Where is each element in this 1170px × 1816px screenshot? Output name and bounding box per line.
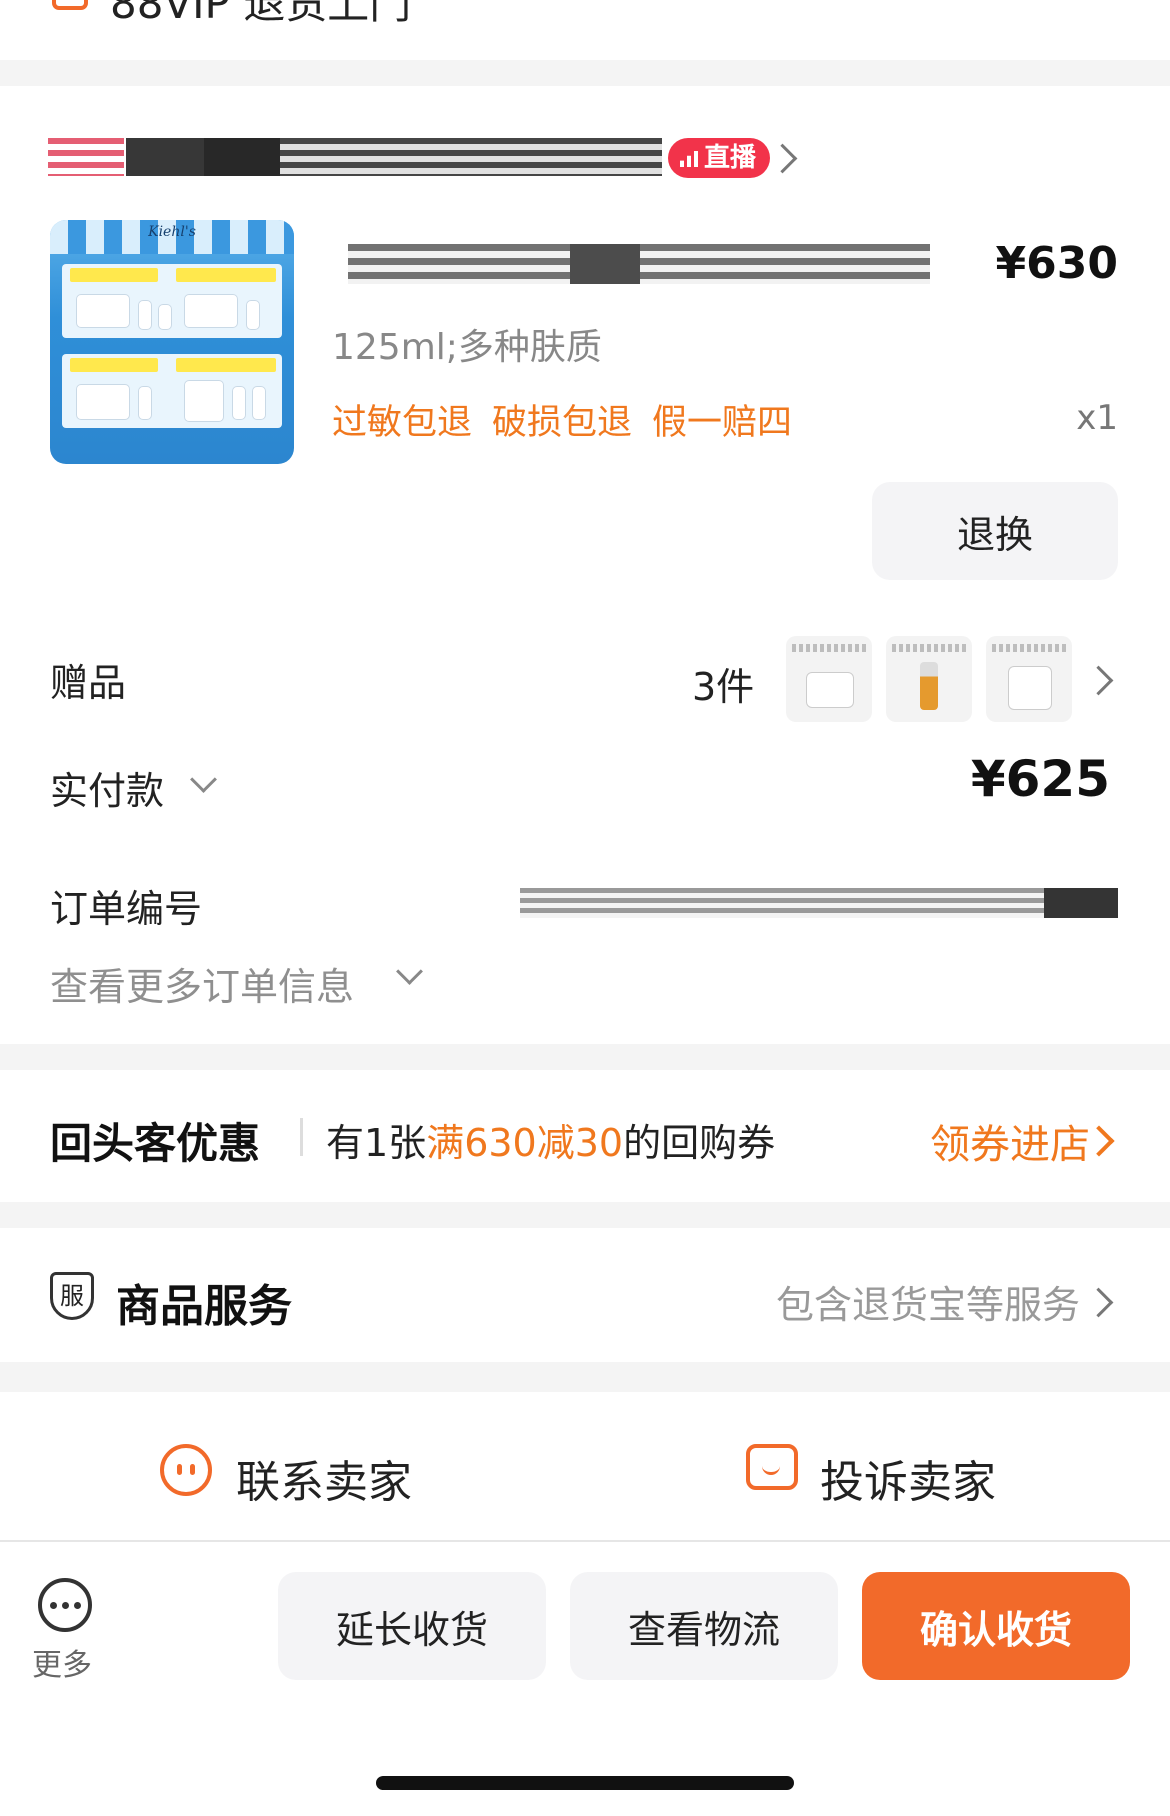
dot <box>50 1602 57 1609</box>
guarantee-tag: 破损包退 <box>492 403 633 443</box>
returning-customer-coupon[interactable]: 回头客优惠 有1张满630减30的回购券 领券进店 <box>0 1070 1170 1202</box>
image-bottle <box>158 304 172 330</box>
gifts-chevron-right-icon[interactable] <box>1083 665 1114 696</box>
product-image[interactable]: Kiehl's <box>50 220 294 464</box>
gift-thumbnail[interactable] <box>786 636 872 722</box>
services-title: 商品服务 <box>116 1281 292 1332</box>
product-spec: 125ml;多种肤质 <box>332 327 602 368</box>
thumb-text <box>792 644 866 652</box>
complain-seller-button[interactable]: 投诉卖家 <box>820 1446 996 1510</box>
view-logistics-button[interactable]: 查看物流 <box>570 1572 838 1680</box>
order-number-label: 订单编号 <box>50 887 203 931</box>
paid-chevron-down-icon[interactable] <box>190 766 217 793</box>
more-icon[interactable] <box>38 1578 92 1632</box>
product-quantity: x1 <box>1076 398 1118 438</box>
return-exchange-button[interactable]: 退换 <box>872 482 1118 580</box>
services-chevron-right-icon[interactable] <box>1083 1287 1114 1318</box>
gift-thumbnail[interactable] <box>886 636 972 722</box>
shop-logo[interactable] <box>48 138 124 176</box>
image-brand-text: Kiehl's <box>148 224 196 240</box>
guarantee-tag: 过敏包退 <box>332 403 473 443</box>
contact-seller-button[interactable]: 联系卖家 <box>236 1446 412 1510</box>
product-services[interactable]: 服 商品服务 包含退货宝等服务 <box>0 1228 1170 1362</box>
order-number-redacted[interactable] <box>520 888 1118 918</box>
gifts-count[interactable]: 3件 <box>692 656 754 711</box>
smile-chat-icon[interactable] <box>160 1444 212 1496</box>
thumb-text <box>992 644 1066 652</box>
return-pickup-icon <box>52 0 88 10</box>
more-info-chevron-down-icon[interactable] <box>396 958 423 985</box>
gift-bottle <box>920 662 938 710</box>
service-shield-icon: 服 <box>50 1272 94 1320</box>
image-bottle <box>232 386 246 420</box>
image-tag <box>70 268 158 282</box>
extend-receipt-button[interactable]: 延长收货 <box>278 1572 546 1680</box>
image-bottle <box>138 386 152 420</box>
complaint-icon[interactable] <box>746 1444 798 1490</box>
image-bottle <box>246 300 260 330</box>
home-indicator <box>376 1776 794 1790</box>
image-pouch <box>184 380 224 422</box>
gifts-label: 赠品 <box>50 661 127 705</box>
return-banner-text: 88VIP 退货上门 <box>110 0 412 28</box>
thumb-text <box>892 644 966 652</box>
services-info[interactable]: 包含退货宝等服务 <box>776 1274 1080 1329</box>
image-jar <box>76 384 130 420</box>
image-tag <box>176 268 276 282</box>
dot <box>74 1602 81 1609</box>
product-guarantees: 过敏包退 破损包退 假一赔四 <box>332 394 812 445</box>
image-bottle <box>252 386 266 420</box>
order-card: 直播 Kiehl's ¥630 125ml;多种肤质 过敏包退 破损包退 假一赔四 … <box>0 86 1170 1044</box>
paid-label[interactable]: 实付款 <box>50 760 164 815</box>
more-order-info-link[interactable]: 查看更多订单信息 <box>50 956 354 1011</box>
image-tag <box>176 358 276 372</box>
bottom-action-bar: 更多 延长收货 查看物流 确认收货 <box>0 1540 1170 1816</box>
more-label[interactable]: 更多 <box>32 1640 92 1684</box>
shop-chevron-right-icon[interactable] <box>767 143 798 174</box>
live-bars-icon <box>680 151 698 167</box>
image-jar <box>76 294 130 328</box>
contact-section: 联系卖家 投诉卖家 <box>0 1392 1170 1540</box>
dot <box>62 1602 69 1609</box>
product-title-redacted[interactable] <box>348 244 930 284</box>
guarantee-tag: 假一赔四 <box>652 403 793 443</box>
confirm-receipt-button[interactable]: 确认收货 <box>862 1572 1130 1680</box>
gift-jar <box>806 672 854 708</box>
claim-coupon-link[interactable]: 领券进店 <box>930 1112 1090 1170</box>
coupon-description: 有1张满630减30的回购券 <box>326 1121 776 1165</box>
paid-amount: ¥625 <box>970 750 1110 808</box>
coupon-title: 回头客优惠 <box>50 1119 261 1168</box>
shop-name-redacted[interactable] <box>126 138 662 176</box>
return-banner[interactable]: 88VIP 退货上门 <box>0 0 1170 60</box>
gift-jar <box>1008 666 1052 710</box>
image-tag <box>70 358 158 372</box>
gift-thumbnail[interactable] <box>986 636 1072 722</box>
image-jar <box>184 294 238 328</box>
divider <box>300 1118 303 1156</box>
image-bottle <box>138 300 152 330</box>
live-badge[interactable]: 直播 <box>668 138 771 178</box>
product-price: ¥630 <box>995 238 1118 289</box>
